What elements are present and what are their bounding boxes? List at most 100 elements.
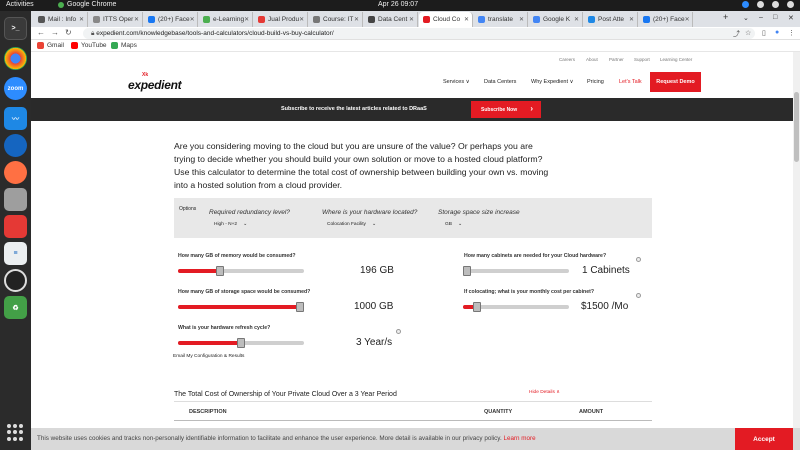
chevron-down-icon: ⌄ bbox=[457, 222, 462, 227]
minimize-icon[interactable]: – bbox=[759, 14, 763, 21]
bookmark-label: YouTube bbox=[81, 42, 107, 49]
storage-slider-handle[interactable] bbox=[296, 302, 304, 312]
cabinets-slider-handle[interactable] bbox=[463, 266, 471, 276]
browser-tab[interactable]: Google K ✕ bbox=[529, 12, 583, 27]
reload-icon[interactable]: ↻ bbox=[65, 28, 72, 37]
browser-icon[interactable] bbox=[4, 134, 27, 157]
cost-info-icon[interactable] bbox=[636, 293, 641, 298]
logo-mark: Xk bbox=[142, 72, 149, 78]
screen: Activities Google Chrome Apr 26 09:07 >_… bbox=[0, 0, 800, 450]
system-tray[interactable] bbox=[742, 1, 794, 8]
request-demo-button[interactable]: Request Demo bbox=[650, 72, 701, 92]
cabinets-slider[interactable] bbox=[463, 266, 569, 276]
browser-tab[interactable]: ITTS Oper ✕ bbox=[89, 12, 143, 27]
text-editor-icon[interactable]: ≡ bbox=[4, 242, 27, 265]
browser-tab[interactable]: e-Learning ✕ bbox=[199, 12, 253, 27]
location-select[interactable]: Colocation Facility ⌄ bbox=[327, 222, 376, 227]
tab-label: Google K bbox=[543, 16, 571, 23]
app-store-icon[interactable] bbox=[4, 215, 27, 238]
tab-close-icon[interactable]: ✕ bbox=[299, 16, 304, 23]
bookmark-youtube[interactable]: YouTube bbox=[71, 42, 107, 49]
firefox-icon[interactable] bbox=[4, 161, 27, 184]
browser-tab[interactable]: Cloud Co ✕ bbox=[419, 12, 473, 27]
obs-icon[interactable] bbox=[4, 269, 27, 292]
utility-link[interactable]: About bbox=[586, 57, 598, 62]
back-icon[interactable]: ← bbox=[37, 28, 45, 37]
subscribe-now-button[interactable]: Subscribe Now › bbox=[471, 101, 541, 118]
tab-close-icon[interactable]: ✕ bbox=[134, 16, 139, 23]
browser-tab[interactable]: Data Cent ✕ bbox=[364, 12, 418, 27]
trash-icon[interactable]: ♻ bbox=[4, 296, 27, 319]
show-apps-icon[interactable] bbox=[7, 424, 24, 441]
tab-close-icon[interactable]: ✕ bbox=[629, 16, 634, 23]
storage-unit-select[interactable]: GB ⌄ bbox=[445, 222, 462, 227]
nav-item[interactable]: Services ∨ bbox=[443, 79, 470, 85]
forward-icon[interactable]: → bbox=[51, 28, 59, 37]
utility-link[interactable]: Careers bbox=[559, 57, 575, 62]
tab-close-icon[interactable]: ✕ bbox=[79, 16, 84, 23]
terminal-icon[interactable]: >_ bbox=[4, 17, 27, 40]
utility-link[interactable]: Partner bbox=[609, 57, 624, 62]
profile-avatar[interactable]: ● bbox=[775, 29, 779, 36]
chrome-icon[interactable] bbox=[4, 47, 27, 70]
url-input[interactable]: 🔒︎ expedient.com/knowledgebase/tools-and… bbox=[83, 28, 755, 39]
bookmark-label: Maps bbox=[121, 42, 137, 49]
page-scrollbar[interactable] bbox=[793, 52, 800, 450]
new-tab-button[interactable]: + bbox=[723, 12, 728, 22]
browser-tab[interactable]: (20+) Face ✕ bbox=[144, 12, 198, 27]
refresh-slider[interactable] bbox=[178, 338, 304, 348]
browser-tab[interactable]: Mail : Info ✕ bbox=[34, 12, 88, 27]
nav-item[interactable]: Pricing bbox=[587, 79, 604, 85]
browser-tab[interactable]: Course: IT ✕ bbox=[309, 12, 363, 27]
activities-button[interactable]: Activities bbox=[6, 1, 34, 8]
learn-more-link[interactable]: Learn more bbox=[503, 435, 535, 442]
tab-close-icon[interactable]: ✕ bbox=[464, 16, 469, 23]
memory-slider[interactable] bbox=[178, 266, 304, 276]
maximize-icon[interactable]: □ bbox=[773, 14, 777, 21]
cabinets-info-icon[interactable] bbox=[636, 257, 641, 262]
close-window-icon[interactable]: ✕ bbox=[788, 14, 794, 22]
browser-tab[interactable]: Jual Produ ✕ bbox=[254, 12, 308, 27]
nav-item[interactable]: Why Expedient ∨ bbox=[531, 79, 574, 85]
accept-cookies-button[interactable]: Accept bbox=[735, 428, 793, 450]
redundancy-select[interactable]: High - N+2 ⌄ bbox=[214, 222, 247, 227]
tab-close-icon[interactable]: ✕ bbox=[190, 16, 195, 23]
bookmark-maps[interactable]: Maps bbox=[111, 42, 137, 49]
bookmark-star-icon[interactable]: ☆ bbox=[745, 29, 751, 37]
sidebar-icon[interactable]: ▯ bbox=[762, 29, 766, 37]
zoom-icon[interactable]: zoom bbox=[4, 77, 27, 100]
tab-close-icon[interactable]: ✕ bbox=[519, 16, 524, 23]
system-monitor-icon[interactable]: 〰 bbox=[4, 107, 27, 130]
menu-icon[interactable]: ⋮ bbox=[788, 29, 795, 37]
nav-item[interactable]: Data Centers bbox=[484, 79, 516, 85]
scrollbar-thumb[interactable] bbox=[794, 92, 799, 162]
nav-item[interactable]: Let's Talk bbox=[619, 79, 642, 85]
browser-tab[interactable]: translate ✕ bbox=[474, 12, 528, 27]
cost-slider[interactable] bbox=[463, 302, 569, 312]
bookmark-gmail[interactable]: Gmail bbox=[37, 42, 64, 49]
clock[interactable]: Apr 26 09:07 bbox=[378, 1, 418, 8]
utility-link[interactable]: Learning Center bbox=[660, 57, 692, 62]
files-icon[interactable] bbox=[4, 188, 27, 211]
refresh-info-icon[interactable] bbox=[396, 329, 401, 334]
active-app-indicator[interactable]: Google Chrome bbox=[58, 1, 116, 8]
browser-tab[interactable]: (20+) Face ✕ bbox=[639, 12, 693, 27]
logo-text: expedient bbox=[128, 78, 182, 92]
cost-slider-handle[interactable] bbox=[472, 302, 481, 312]
utility-link[interactable]: Support bbox=[634, 57, 650, 62]
memory-slider-handle[interactable] bbox=[215, 266, 224, 276]
tab-close-icon[interactable]: ✕ bbox=[409, 16, 414, 23]
hide-details-link[interactable]: Hide Details ∧ bbox=[529, 390, 560, 395]
browser-tab[interactable]: Post Atte ✕ bbox=[584, 12, 638, 27]
storage-slider[interactable] bbox=[178, 302, 304, 312]
expedient-logo[interactable]: Xk expedient bbox=[128, 72, 182, 94]
tab-close-icon[interactable]: ✕ bbox=[244, 16, 249, 23]
tab-close-icon[interactable]: ✕ bbox=[354, 16, 359, 23]
tab-search-icon[interactable]: ⌄ bbox=[743, 14, 749, 22]
email-configuration-link[interactable]: Email My Configuration & Results bbox=[173, 354, 244, 359]
refresh-slider-handle[interactable] bbox=[237, 338, 245, 348]
tab-label: (20+) Face bbox=[653, 16, 685, 23]
share-icon[interactable]: ⤴ bbox=[733, 29, 740, 39]
tab-close-icon[interactable]: ✕ bbox=[685, 16, 690, 23]
tab-close-icon[interactable]: ✕ bbox=[574, 16, 579, 23]
